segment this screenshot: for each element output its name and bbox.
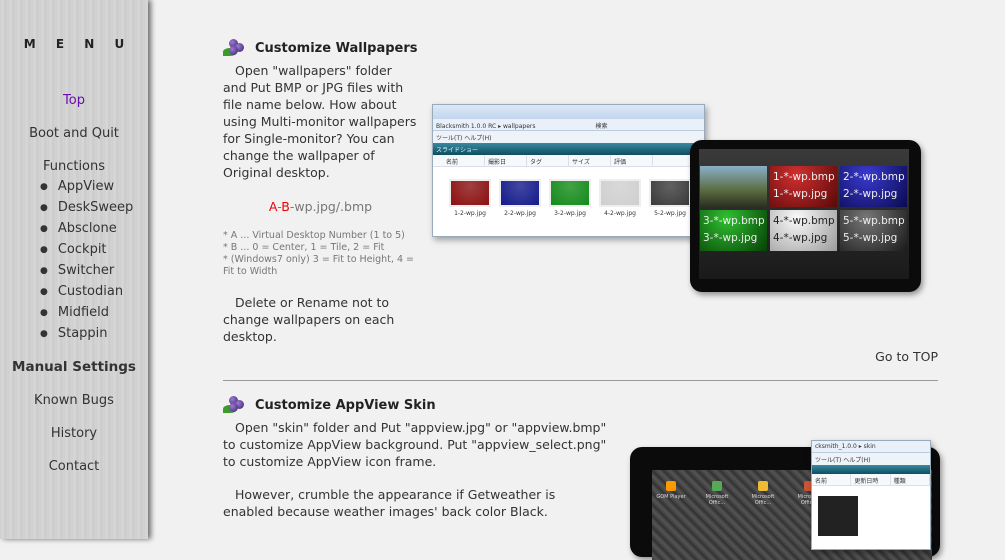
- tile-label: 4-*-wp.jpg: [773, 232, 828, 244]
- note-b: * B ... 0 = Center, 1 = Tile, 2 = Fit: [223, 242, 385, 253]
- section-heading-wallpapers: Customize Wallpapers: [223, 39, 418, 57]
- nav-top[interactable]: Top: [0, 93, 148, 108]
- nav-history[interactable]: History: [0, 426, 148, 441]
- file-thumbnail: 1-2-wp.jpg: [449, 179, 491, 217]
- thumbnail-image: [499, 179, 541, 207]
- nav-functions[interactable]: Functions: [0, 159, 148, 174]
- wallpapers-description-2: Delete or Rename not to change wallpaper…: [223, 295, 395, 344]
- desktop-icon-label: GOM Player: [656, 494, 686, 500]
- explorer-menu: ツール(T) ヘルプ(H): [812, 453, 930, 465]
- nav-known-bugs[interactable]: Known Bugs: [0, 393, 148, 408]
- tile-label: 5-*-wp.bmp: [843, 215, 905, 227]
- wallpaper-tile: 5-*-wp.bmp 5-*-wp.jpg: [840, 210, 907, 251]
- explorer-columns: 名前 撮影日 タグ サイズ 評価: [433, 155, 704, 167]
- desktop-icon-label: Microsoft Offic...: [751, 494, 775, 506]
- nav-stappin[interactable]: Stappin: [40, 326, 108, 341]
- file-thumbnail: 5-2-wp.jpg: [649, 179, 691, 217]
- explorer-address: Blacksmith 1.0.0 RC ▸ wallpapers: [436, 123, 536, 130]
- thumbnail-image: [599, 179, 641, 207]
- explorer-slideshow: スライドショー: [433, 143, 704, 155]
- appview-skin-title: Customize AppView Skin: [255, 397, 436, 413]
- thumbnail-image: [649, 179, 691, 207]
- wallpapers-explorer-screenshot: Blacksmith 1.0.0 RC ▸ wallpapers 検索 ツール(T…: [432, 104, 705, 237]
- thumbnail-image: [449, 179, 491, 207]
- col: 撮影日: [485, 155, 527, 166]
- wallpapers-description: Open "wallpapers" folder and Put BMP or …: [223, 63, 417, 180]
- thumbnail-image: [549, 179, 591, 207]
- file-name: 4-2-wp.jpg: [604, 210, 636, 217]
- pattern-rest: -wp.jpg/.bmp: [289, 199, 373, 214]
- nav-desksweep[interactable]: DeskSweep: [40, 200, 133, 215]
- tile-label: 1-*-wp.jpg: [773, 188, 828, 200]
- go-to-top-link[interactable]: Go to TOP: [875, 349, 938, 364]
- file-name: 1-2-wp.jpg: [454, 210, 486, 217]
- file-thumbnail: 3-2-wp.jpg: [549, 179, 591, 217]
- pattern-a: A: [268, 199, 278, 214]
- tile-label: 4-*-wp.bmp: [773, 215, 835, 227]
- section-heading-appview-skin: Customize AppView Skin: [223, 396, 436, 414]
- nav-custodian[interactable]: Custodian: [40, 284, 123, 299]
- wallpaper-tile: [700, 166, 767, 207]
- note-windows7: * (Windows7 only) 3 = Fit to Height, 4 =…: [223, 254, 414, 277]
- file-name: 5-2-wp.jpg: [654, 210, 686, 217]
- nav-boot-and-quit[interactable]: Boot and Quit: [0, 126, 148, 141]
- appview-skin-description-2: However, crumble the appearance if Getwe…: [223, 487, 556, 519]
- explorer-search: 検索: [595, 123, 608, 130]
- wallpapers-title: Customize Wallpapers: [255, 40, 418, 56]
- explorer-menu: ツール(T) ヘルプ(H): [433, 131, 704, 143]
- wallpaper-tile: 4-*-wp.bmp 4-*-wp.jpg: [770, 210, 837, 251]
- skin-explorer-screenshot: cksmith_1.0.0 ▸ skin ツール(T) ヘルプ(H) 名前 更新日…: [811, 440, 931, 550]
- col: 評価: [611, 155, 653, 166]
- file-thumbnail: 2-2-wp.jpg: [499, 179, 541, 217]
- grape-icon: [223, 396, 247, 414]
- explorer-columns: 名前 更新日時 種類: [812, 474, 930, 486]
- col: タグ: [527, 155, 569, 166]
- grape-icon: [223, 39, 247, 57]
- desktop-icon: GOM Player: [654, 481, 688, 506]
- nav-switcher[interactable]: Switcher: [40, 263, 114, 278]
- menu-title: M E N U: [23, 37, 133, 51]
- col: サイズ: [569, 155, 611, 166]
- col: 更新日時: [851, 474, 891, 485]
- file-name: 3-2-wp.jpg: [554, 210, 586, 217]
- note-a: * A ... Virtual Desktop Number (1 to 5): [223, 230, 405, 241]
- file-name: 2-2-wp.jpg: [504, 210, 536, 217]
- desktop-icon-label: Microsoft Offic...: [705, 494, 729, 506]
- wallpaper-tile: 2-*-wp.bmp 2-*-wp.jpg: [840, 166, 907, 207]
- col: 名前: [443, 155, 485, 166]
- col: 種類: [891, 474, 930, 485]
- nav-contact[interactable]: Contact: [0, 459, 148, 474]
- pattern-b: B: [281, 199, 290, 214]
- file-thumbnail: 4-2-wp.jpg: [599, 179, 641, 217]
- pattern-notes: * A ... Virtual Desktop Number (1 to 5) …: [223, 230, 423, 278]
- desktop-icon: Microsoft Offic...: [746, 481, 780, 506]
- appview-tablet-screenshot: 1-*-wp.bmp 1-*-wp.jpg 2-*-wp.bmp 2-*-wp.jpg…: [690, 140, 921, 292]
- nav-cockpit[interactable]: Cockpit: [40, 242, 107, 257]
- tile-label: 2-*-wp.bmp: [843, 171, 905, 183]
- nav-manual-settings[interactable]: Manual Settings: [0, 359, 148, 375]
- tile-label: 1-*-wp.bmp: [773, 171, 835, 183]
- col: 名前: [812, 474, 852, 485]
- tile-label: 3-*-wp.jpg: [703, 232, 758, 244]
- nav-appview[interactable]: AppView: [40, 179, 114, 194]
- sidebar-menu: M E N U Top Boot and Quit Functions AppV…: [0, 0, 148, 539]
- tile-label: 5-*-wp.jpg: [843, 232, 898, 244]
- wallpaper-tile: 1-*-wp.bmp 1-*-wp.jpg: [770, 166, 837, 207]
- nav-absclone[interactable]: Absclone: [40, 221, 117, 236]
- filename-pattern: A-B-wp.jpg/.bmp: [223, 198, 418, 215]
- explorer-address: cksmith_1.0.0 ▸ skin: [812, 441, 930, 453]
- tile-label: 2-*-wp.jpg: [843, 188, 898, 200]
- tile-label: 3-*-wp.bmp: [703, 215, 765, 227]
- appview-skin-description: Open "skin" folder and Put "appview.jpg"…: [223, 420, 607, 469]
- nav-midfield[interactable]: Midfield: [40, 305, 109, 320]
- wallpaper-tile: 3-*-wp.bmp 3-*-wp.jpg: [700, 210, 767, 251]
- section-divider: [223, 380, 938, 381]
- desktop-icon: Microsoft Offic...: [700, 481, 734, 506]
